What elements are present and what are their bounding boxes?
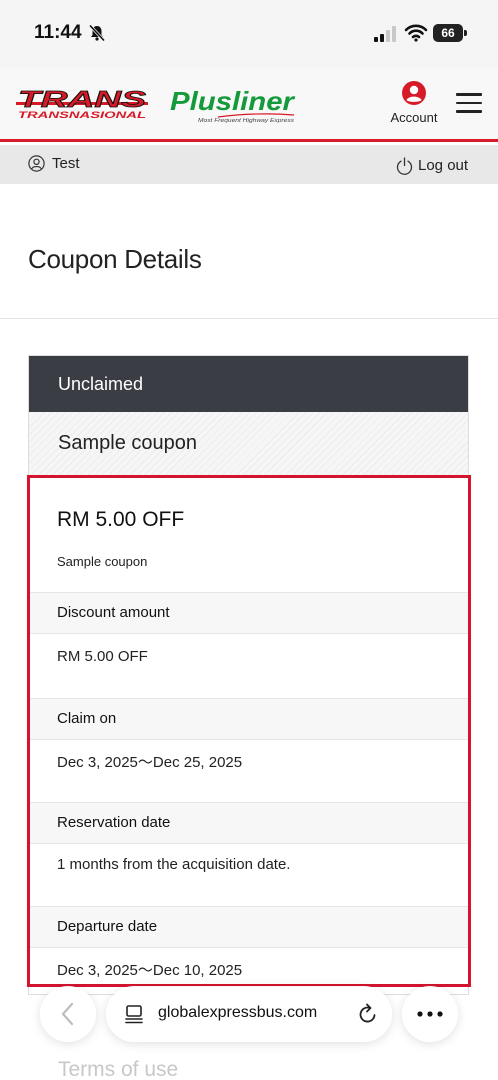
offer-description: Sample coupon (57, 554, 148, 569)
site-header: TRANS TRANSNASIONAL Plusliner Most Frequ… (0, 68, 498, 142)
section-header-discount-amount: Discount amount (30, 592, 468, 634)
more-dots-icon (417, 1011, 443, 1017)
account-button[interactable]: Account (384, 80, 444, 130)
logout-label: Log out (418, 157, 469, 174)
section-header-departure-date: Departure date (30, 906, 468, 948)
section-header-reservation-date: Reservation date (30, 802, 468, 844)
account-icon (402, 81, 426, 105)
svg-text:Plusliner: Plusliner (170, 86, 296, 116)
hamburger-menu-icon[interactable] (456, 93, 482, 115)
section-header-claim-on: Claim on (30, 698, 468, 740)
offer-title: RM 5.00 OFF (57, 508, 185, 531)
url-text: globalexpressbus.com (158, 1004, 318, 1021)
user-circle-icon (28, 155, 45, 172)
section-value-reservation-date: 1 months from the acquisition date. (57, 856, 291, 873)
plusliner-logo[interactable]: Plusliner Most Frequent Highway Express (168, 82, 308, 126)
page-title: Coupon Details (28, 244, 202, 274)
status-time: 11:44 (34, 22, 82, 43)
coupon-status: Unclaimed (29, 356, 468, 412)
coupon-name: Sample coupon (29, 412, 468, 476)
trans-transnasional-logo[interactable]: TRANS TRANSNASIONAL (16, 88, 148, 122)
browser-back-button[interactable] (40, 986, 96, 1042)
coupon-details-panel: RM 5.00 OFF Sample coupon Discount amoun… (27, 475, 471, 987)
status-bar: 11:44 66 (0, 0, 498, 68)
section-value-departure-date: Dec 3, 2025～Dec 10, 2025 (57, 962, 243, 979)
section-value-discount-amount: RM 5.00 OFF (57, 648, 148, 665)
account-label: Account (390, 110, 438, 125)
svg-text:TRANS: TRANS (18, 88, 147, 112)
battery-indicator: 66 (433, 24, 467, 42)
svg-text:TRANSNASIONAL: TRANSNASIONAL (18, 110, 146, 121)
section-value-claim-on: Dec 3, 2025～Dec 25, 2025 (57, 754, 243, 771)
chevron-left-icon (61, 1002, 74, 1026)
svg-text:Most Frequent Highway Express: Most Frequent Highway Express (198, 118, 295, 124)
bell-muted-icon (88, 24, 106, 42)
user-name: Test (52, 155, 80, 172)
page-settings-icon[interactable] (124, 1004, 144, 1024)
power-icon (396, 157, 413, 175)
browser-address-bar[interactable]: globalexpressbus.com (106, 986, 392, 1042)
divider (0, 318, 498, 319)
user-bar: Test Log out (0, 145, 498, 184)
reload-icon[interactable] (358, 1003, 378, 1025)
terms-of-use-link[interactable]: Terms of use (58, 1058, 178, 1080)
signal-icon (374, 26, 396, 42)
browser-more-button[interactable] (402, 986, 458, 1042)
wifi-icon (404, 24, 428, 42)
